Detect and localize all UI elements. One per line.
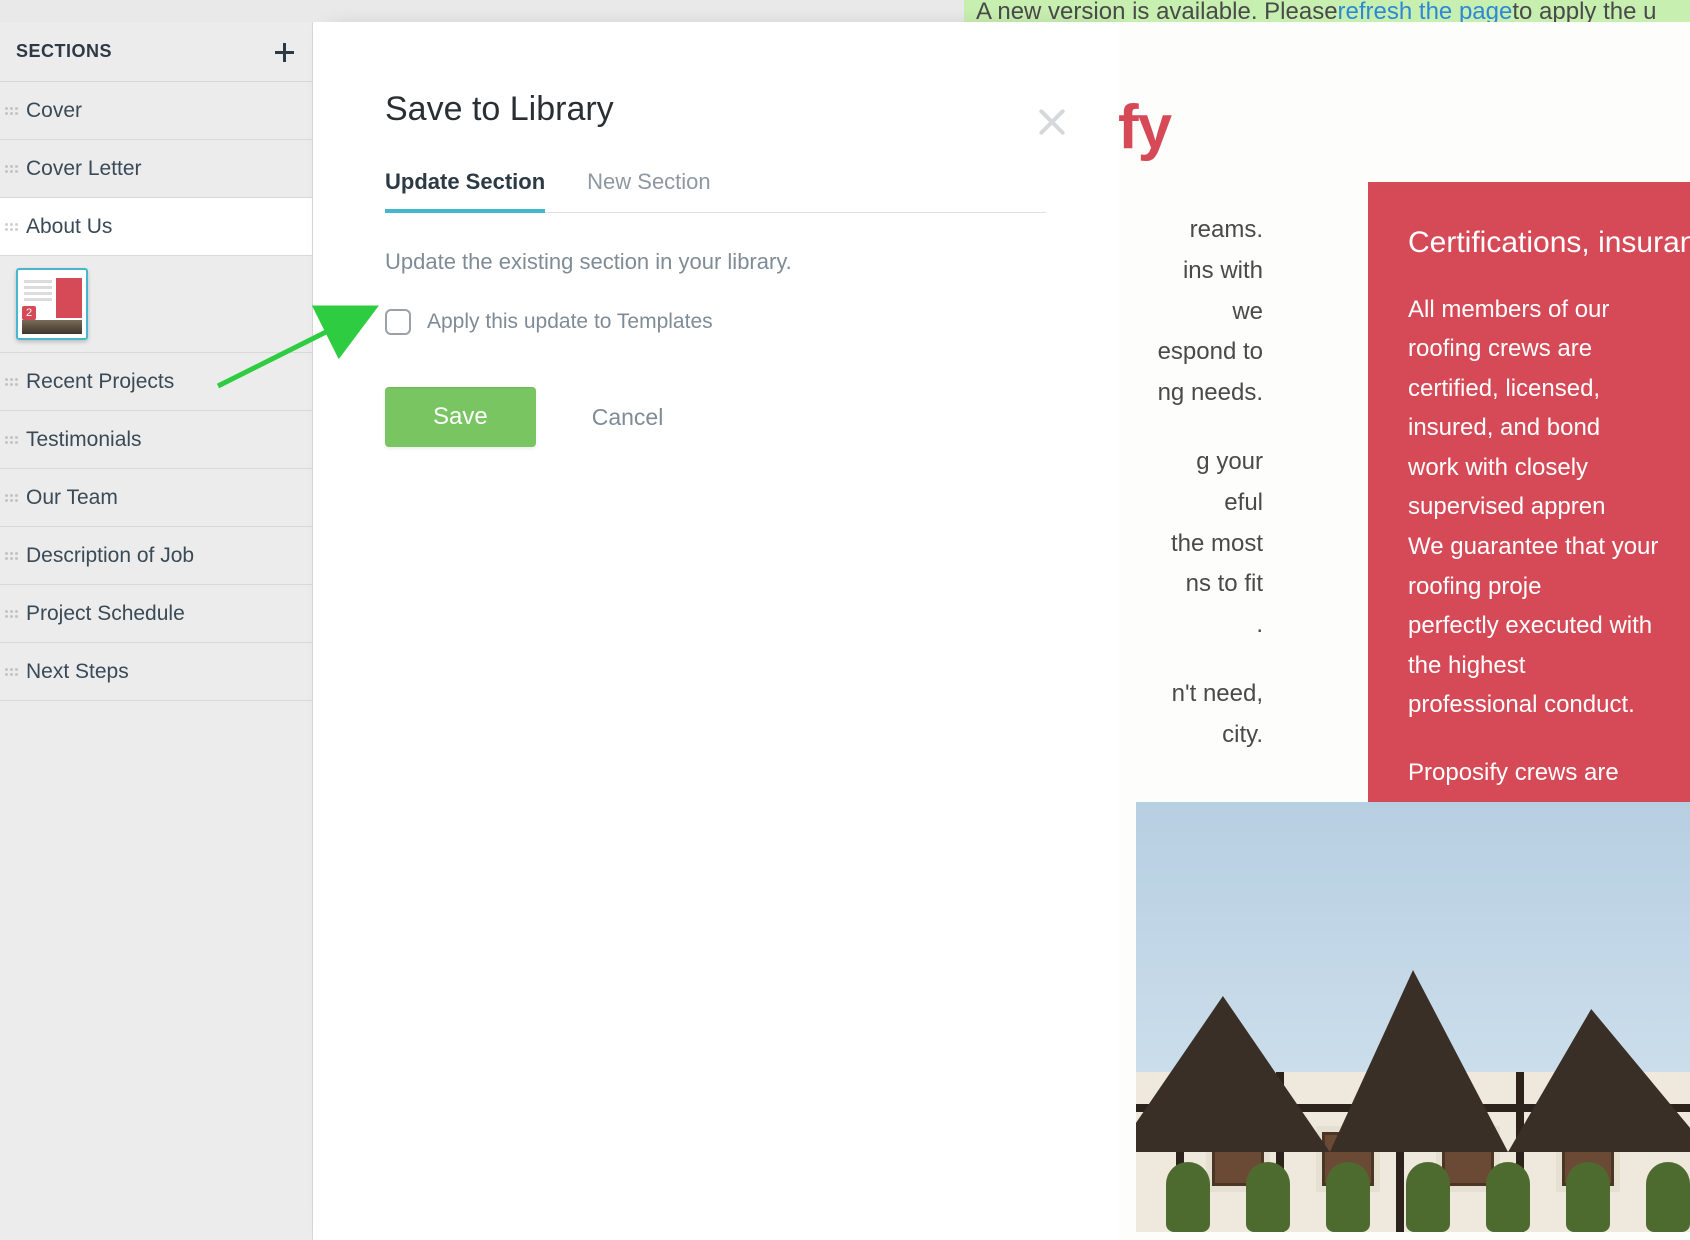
- drag-handle-icon[interactable]: [4, 378, 18, 386]
- sidebar-item-label: Cover Letter: [26, 157, 142, 181]
- checkbox-apply-templates[interactable]: [385, 309, 411, 335]
- card-heading: Certifications, insurance, an: [1408, 218, 1668, 268]
- cancel-button[interactable]: Cancel: [592, 404, 664, 431]
- document-body-text: reams. ins with we espond to ng needs. g…: [1118, 210, 1263, 784]
- drag-handle-icon[interactable]: [4, 494, 18, 502]
- save-button[interactable]: Save: [385, 387, 536, 447]
- house-image: [1136, 802, 1690, 1232]
- document-preview: fy reams. ins with we espond to ng needs…: [1118, 22, 1690, 1240]
- thumbnail-page-number: 2: [22, 306, 36, 320]
- sidebar-item-label: Testimonials: [26, 428, 142, 452]
- sidebar-item-label: Description of Job: [26, 544, 194, 568]
- sidebar-item-recent-projects[interactable]: Recent Projects: [0, 353, 312, 411]
- apply-to-templates-row[interactable]: Apply this update to Templates: [385, 309, 1046, 335]
- sidebar-item-next-steps[interactable]: Next Steps: [0, 643, 312, 701]
- page-thumbnail-row: 2: [0, 256, 312, 353]
- drag-handle-icon[interactable]: [4, 223, 18, 231]
- drag-handle-icon[interactable]: [4, 668, 18, 676]
- drag-handle-icon[interactable]: [4, 107, 18, 115]
- save-to-library-panel: Save to Library Update Section New Secti…: [313, 22, 1118, 1240]
- tab-new-section[interactable]: New Section: [587, 169, 711, 212]
- close-icon[interactable]: [1036, 106, 1068, 143]
- modal-tabs: Update Section New Section: [385, 169, 1046, 213]
- notif-pre: A new version is available. Please: [976, 10, 1338, 14]
- drag-handle-icon[interactable]: [4, 552, 18, 560]
- sidebar-item-about-us[interactable]: About Us: [0, 198, 312, 256]
- drag-handle-icon[interactable]: [4, 436, 18, 444]
- drag-handle-icon[interactable]: [4, 165, 18, 173]
- sidebar-title: SECTIONS: [16, 41, 112, 62]
- tab-update-section[interactable]: Update Section: [385, 169, 545, 213]
- sidebar-item-description-of-job[interactable]: Description of Job: [0, 527, 312, 585]
- add-section-icon[interactable]: [272, 40, 296, 64]
- sidebar-item-label: Project Schedule: [26, 602, 185, 626]
- brand-logo-fragment: fy: [1118, 92, 1171, 163]
- sidebar-item-cover-letter[interactable]: Cover Letter: [0, 140, 312, 198]
- sidebar-item-label: Our Team: [26, 486, 118, 510]
- sidebar-header: SECTIONS: [0, 22, 312, 82]
- sidebar-item-label: Next Steps: [26, 660, 129, 684]
- sections-sidebar: SECTIONS Cover Cover Letter About Us 2: [0, 22, 313, 1240]
- card-paragraph-1: All members of our roofing crews are cer…: [1408, 290, 1668, 726]
- sidebar-item-cover[interactable]: Cover: [0, 82, 312, 140]
- drag-handle-icon[interactable]: [4, 610, 18, 618]
- page-thumbnail[interactable]: 2: [16, 268, 88, 340]
- sidebar-item-label: Recent Projects: [26, 370, 174, 394]
- notif-post: to apply the u: [1512, 10, 1656, 14]
- sidebar-item-testimonials[interactable]: Testimonials: [0, 411, 312, 469]
- sidebar-item-label: Cover: [26, 99, 82, 123]
- sidebar-item-project-schedule[interactable]: Project Schedule: [0, 585, 312, 643]
- refresh-link[interactable]: refresh the page: [1338, 10, 1513, 14]
- update-notification: A new version is available. Please refre…: [964, 0, 1690, 24]
- sidebar-item-our-team[interactable]: Our Team: [0, 469, 312, 527]
- modal-title: Save to Library: [385, 90, 1046, 129]
- modal-description: Update the existing section in your libr…: [385, 249, 1046, 275]
- sidebar-item-label: About Us: [26, 215, 112, 239]
- checkbox-label: Apply this update to Templates: [427, 310, 713, 334]
